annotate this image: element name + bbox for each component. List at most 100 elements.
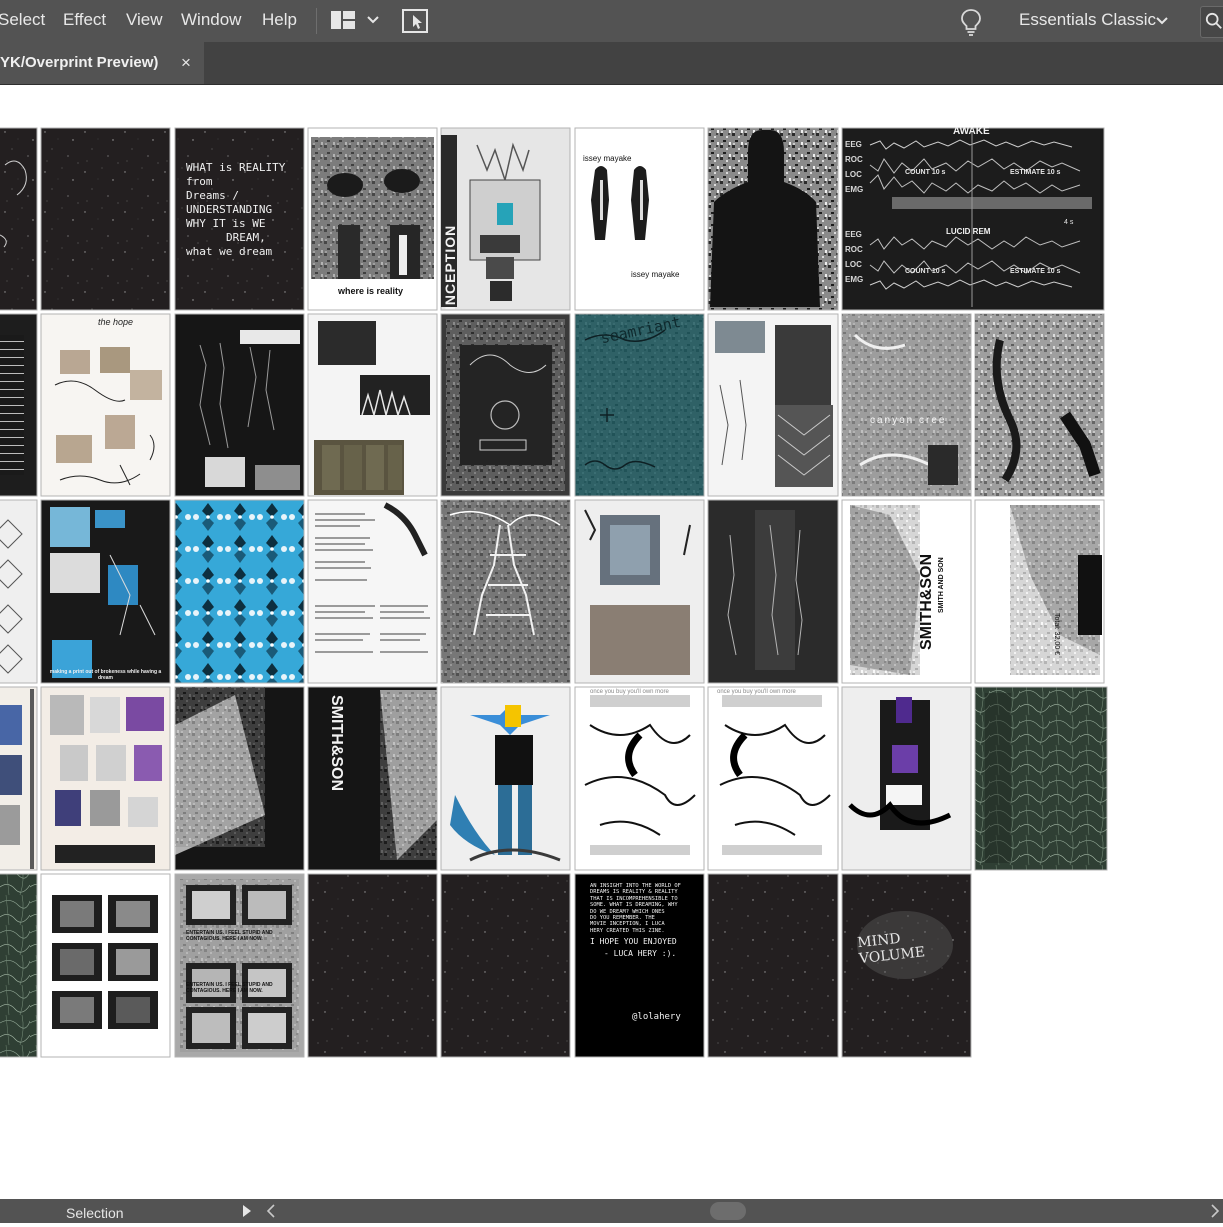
channel-label: EEG [845, 230, 862, 239]
artboard-r3-c1[interactable] [40, 499, 171, 684]
artboard-r4-c7[interactable] [841, 686, 972, 871]
text-line: I HOPE YOU ENJOYED [590, 937, 677, 947]
artboard-r4-c0[interactable] [0, 686, 38, 871]
smith-son-vertical-dark: SMITH&SON [328, 695, 345, 791]
zine-handwritten-text: WHAT is REALITY from Dreams / UNDERSTAND… [186, 161, 298, 259]
menu-effect[interactable]: Effect [63, 0, 106, 42]
workspace-layout-icon[interactable] [331, 11, 355, 29]
canvas[interactable]: WHAT is REALITY from Dreams / UNDERSTAND… [0, 85, 1223, 1199]
handwritten-canyon: canyon cree [870, 415, 947, 426]
text-line: DREAM, [226, 231, 266, 244]
close-icon[interactable]: × [181, 42, 191, 84]
inception-vertical-title: INCEPTION [442, 224, 458, 310]
artboard-r1-c1[interactable] [40, 127, 171, 311]
artboard-r1-c3[interactable] [307, 127, 438, 311]
menu-select[interactable]: Select [0, 0, 45, 42]
document-tab-title[interactable]: YK/Overprint Preview) [0, 42, 158, 84]
smith-son-address: SMITH AND SON [938, 557, 945, 613]
sleep-chart-title: AWAKE [953, 126, 990, 137]
artboard-r5-c0[interactable] [0, 873, 38, 1058]
artboard-r2-c4[interactable] [440, 313, 571, 497]
artboard-r3-c8[interactable] [974, 499, 1105, 684]
sleep-chart-channels: EEG ROC LOC EMG EEG ROC LOC EMG [845, 137, 863, 287]
caption-where-is-reality: where is reality [338, 286, 404, 296]
channel-label: EMG [845, 275, 864, 284]
artboard-r2-c5[interactable] [574, 313, 705, 497]
artboard-r4-c4[interactable] [440, 686, 571, 871]
menu-separator [316, 8, 317, 34]
sleep-estimate-label: ESTIMATE 10 s [1010, 169, 1061, 176]
artboard-r4-c2[interactable] [174, 686, 305, 871]
document-tab[interactable]: YK/Overprint Preview) × [0, 42, 204, 84]
sleep-count-label: COUNT 10 s [905, 268, 946, 275]
channel-label: LOC [845, 260, 862, 269]
artboard-r5-c4[interactable] [440, 873, 571, 1058]
repeat-text-left: once you buy you'll own more [590, 689, 669, 695]
artboard-r3-c3[interactable] [307, 499, 438, 684]
artboard-r2-c8[interactable] [974, 313, 1105, 497]
chevron-down-icon[interactable] [366, 13, 380, 27]
text-line: - LUCA HERY :). [604, 949, 677, 959]
sleep-lucid-rem-label: LUCID REM [946, 227, 991, 236]
artboard-r1-c0[interactable] [0, 127, 38, 311]
artboard-r3-c0[interactable] [0, 499, 38, 684]
scroll-left-icon[interactable] [266, 1204, 276, 1218]
artboard-r2-c1[interactable] [40, 313, 171, 497]
status-bar: Selection [0, 1199, 1223, 1223]
search-icon [1205, 12, 1222, 29]
artboard-r5-c6[interactable] [707, 873, 839, 1058]
channel-label: ROC [845, 155, 863, 164]
artboard-r1-c6[interactable] [707, 127, 839, 311]
text-line: HERY CREATED THIS ZINE. [590, 927, 665, 934]
search-input[interactable] [1200, 6, 1223, 38]
workspace-switcher[interactable]: Essentials Classic [1019, 0, 1156, 42]
menu-help[interactable]: Help [262, 0, 297, 42]
artboard-r2-c2[interactable] [174, 313, 305, 497]
caption-issey-bottom: issey mayake [631, 270, 680, 279]
artboard-r2-c6[interactable] [707, 313, 839, 497]
lightbulb-icon[interactable] [959, 8, 983, 36]
text-line: WHAT is REALITY from [186, 161, 286, 188]
channel-label: LOC [845, 170, 862, 179]
instagram-handle: @lolahery [632, 1012, 681, 1022]
caption-issey-top: issey mayake [583, 154, 632, 163]
caption-entertain-1: ENTERTAIN US. I FEEL STUPID AND CONTAGIO… [186, 930, 273, 942]
closing-note: AN INSIGHT INTO THE WORLD OF DREAMS IS R… [590, 883, 698, 960]
artboard-r3-c5[interactable] [574, 499, 705, 684]
channel-label: ROC [845, 245, 863, 254]
sleep-estimate-label: ESTIMATE 10 s [1010, 268, 1061, 275]
channel-label: EEG [845, 140, 862, 149]
artboard-r4-c1[interactable] [40, 686, 171, 871]
caption-entertain-2: ENTERTAIN US. I FEEL STUPID AND CONTAGIO… [186, 982, 273, 994]
menu-bar: Select Effect View Window Help Essential… [0, 0, 1223, 42]
menu-view[interactable]: View [126, 0, 163, 42]
artboard-r2-c3[interactable] [307, 313, 438, 497]
artboard-r4-c5[interactable] [574, 686, 705, 871]
artboard-r4-c8[interactable] [974, 686, 1108, 871]
receipt-total: Total: 32,00 € [1053, 613, 1060, 656]
artboard-r5-c2[interactable] [174, 873, 305, 1058]
artboard-r2-c7[interactable] [841, 313, 972, 497]
artboard-r3-c4[interactable] [440, 499, 571, 684]
artboard-r4-c6[interactable] [707, 686, 839, 871]
artboard-r1-c4[interactable] [440, 127, 571, 311]
artboard-r3-c2[interactable] [174, 499, 305, 684]
artboard-r2-c0[interactable] [0, 313, 38, 497]
scroll-right-icon[interactable] [1210, 1204, 1220, 1218]
arrange-documents-icon[interactable] [401, 8, 429, 34]
smith-son-vertical: SMITH&SON [918, 554, 935, 650]
artboard-r3-c6[interactable] [707, 499, 839, 684]
text-line: Dreams / UNDERSTANDING [186, 189, 273, 216]
artboard-r5-c1[interactable] [40, 873, 171, 1058]
menu-window[interactable]: Window [181, 0, 241, 42]
sleep-count-label: COUNT 10 s [905, 169, 946, 176]
artboard-r3-c7[interactable] [841, 499, 972, 684]
text-line: WHY IT is WE [186, 217, 266, 230]
channel-label: EMG [845, 185, 864, 194]
horizontal-scrollbar-thumb[interactable] [710, 1202, 746, 1220]
chevron-down-icon[interactable] [1155, 14, 1169, 28]
play-arrow-icon[interactable] [242, 1205, 252, 1217]
text-line: what we dream [186, 245, 273, 258]
artboard-r5-c3[interactable] [307, 873, 438, 1058]
